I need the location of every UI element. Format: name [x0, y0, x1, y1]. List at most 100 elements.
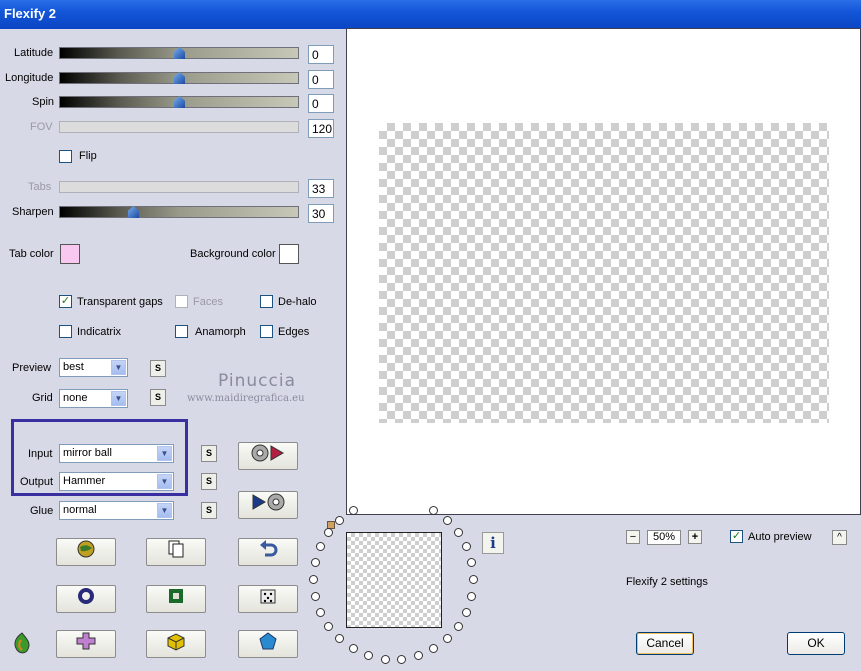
- edges-label: Edges: [278, 326, 310, 338]
- spin-slider-thumb[interactable]: [174, 96, 185, 108]
- chevron-down-icon[interactable]: ▼: [157, 503, 172, 518]
- grid-select[interactable]: none ▼: [59, 389, 128, 408]
- undo-icon: [260, 540, 278, 557]
- preview-s-button[interactable]: S: [150, 360, 166, 377]
- tab-color-swatch[interactable]: [60, 244, 80, 264]
- tabs-slider: [59, 181, 299, 193]
- fov-slider: [59, 121, 299, 133]
- rotation-dial-dot[interactable]: [380, 654, 390, 664]
- main-preview[interactable]: [346, 28, 861, 515]
- random-dice-button[interactable]: [238, 585, 298, 613]
- sharpen-value[interactable]: 30: [308, 204, 334, 223]
- spin-slider[interactable]: [59, 96, 299, 108]
- output-select-value: Hammer: [63, 475, 106, 487]
- anamorph-checkbox[interactable]: [175, 325, 188, 338]
- output-select[interactable]: Hammer ▼: [59, 472, 174, 491]
- grid-s-button[interactable]: S: [150, 389, 166, 406]
- longitude-slider-thumb[interactable]: [174, 72, 185, 84]
- pentagon-icon: [259, 632, 277, 650]
- rotation-dial-dot[interactable]: [315, 542, 325, 552]
- background-color-label: Background color: [190, 248, 276, 260]
- rotation-dial-dot[interactable]: [335, 634, 345, 644]
- sharpen-slider-thumb[interactable]: [128, 206, 139, 218]
- cube-shape-button[interactable]: [146, 630, 206, 658]
- chevron-down-icon[interactable]: ▼: [111, 391, 126, 406]
- rotation-dial-dot[interactable]: [324, 622, 334, 632]
- rotation-dial-dot[interactable]: [309, 575, 318, 584]
- rotation-dial-dot[interactable]: [397, 654, 407, 664]
- indicatrix-label: Indicatrix: [77, 326, 122, 338]
- de-halo-checkbox[interactable]: [260, 295, 273, 308]
- rotation-dial-dot[interactable]: [349, 644, 358, 654]
- rotation-dial-dot[interactable]: [429, 505, 438, 515]
- glue-s-button[interactable]: S: [201, 502, 217, 519]
- square-shape-button[interactable]: [146, 585, 206, 613]
- rotation-dial-dot[interactable]: [469, 575, 478, 584]
- latitude-slider-thumb[interactable]: [174, 47, 185, 59]
- undo-button[interactable]: [238, 538, 298, 566]
- rotation-dial-dot[interactable]: [349, 505, 358, 515]
- rotation-dial-dot[interactable]: [364, 651, 374, 661]
- longitude-value[interactable]: 0: [308, 70, 334, 89]
- spin-value[interactable]: 0: [308, 94, 334, 113]
- edges-checkbox[interactable]: [260, 325, 273, 338]
- grid-select-value: none: [63, 392, 88, 404]
- rotation-dial-dot[interactable]: [462, 607, 472, 617]
- output-s-button[interactable]: S: [201, 473, 217, 490]
- rotation-dial-dot[interactable]: [310, 558, 320, 568]
- background-color-swatch[interactable]: [279, 244, 299, 264]
- collapse-button[interactable]: ^: [832, 530, 847, 545]
- watermark-name: Pinuccia: [218, 371, 296, 391]
- latitude-slider[interactable]: [59, 47, 299, 59]
- flip-checkbox[interactable]: [59, 150, 72, 163]
- preview-select[interactable]: best ▼: [59, 358, 128, 377]
- rotation-dial-dot[interactable]: [335, 515, 345, 525]
- zoom-out-button[interactable]: −: [626, 530, 640, 544]
- fov-label: FOV: [30, 121, 53, 133]
- disc-play-icon: [251, 444, 284, 462]
- rotation-dial-dot[interactable]: [453, 527, 463, 537]
- ok-button[interactable]: OK: [787, 632, 845, 655]
- rotation-dial-dot[interactable]: [310, 591, 320, 601]
- rotation-dial-dot[interactable]: [467, 591, 477, 601]
- tabs-label: Tabs: [28, 181, 52, 193]
- copy-icon: [168, 540, 184, 558]
- play-input-button[interactable]: [238, 442, 298, 470]
- chevron-down-icon[interactable]: ▼: [157, 474, 172, 489]
- play-output-button[interactable]: [238, 491, 298, 519]
- rotation-dial-dot[interactable]: [324, 527, 334, 537]
- glue-select[interactable]: normal ▼: [59, 501, 174, 520]
- input-s-button[interactable]: S: [201, 445, 217, 462]
- transparent-gaps-checkbox[interactable]: ✓: [59, 295, 72, 308]
- sharpen-slider[interactable]: [59, 206, 299, 218]
- rotation-dial-dot[interactable]: [453, 622, 463, 632]
- anamorph-label: Anamorph: [195, 326, 246, 338]
- settings-label: Flexify 2 settings: [626, 576, 708, 588]
- rotation-dial-dot[interactable]: [462, 542, 472, 552]
- copy-button[interactable]: [146, 538, 206, 566]
- auto-preview-checkbox[interactable]: ✓: [730, 530, 743, 543]
- circle-shape-button[interactable]: [56, 585, 116, 613]
- rotation-dial-dot[interactable]: [315, 607, 325, 617]
- randomize-button[interactable]: [56, 538, 116, 566]
- indicatrix-checkbox[interactable]: [59, 325, 72, 338]
- glue-select-value: normal: [63, 504, 97, 516]
- rotation-dial-dot[interactable]: [442, 634, 452, 644]
- rotation-dial-dot[interactable]: [413, 651, 423, 661]
- pentagon-shape-button[interactable]: [238, 630, 298, 658]
- faces-checkbox: [175, 295, 188, 308]
- longitude-slider[interactable]: [59, 72, 299, 84]
- latitude-value[interactable]: 0: [308, 45, 334, 64]
- info-button[interactable]: i: [482, 532, 504, 554]
- input-select[interactable]: mirror ball ▼: [59, 444, 174, 463]
- zoom-in-button[interactable]: +: [688, 530, 702, 544]
- rotation-dial-dot[interactable]: [442, 515, 452, 525]
- chevron-down-icon[interactable]: ▼: [111, 360, 126, 375]
- de-halo-label: De-halo: [278, 296, 317, 308]
- chevron-down-icon[interactable]: ▼: [157, 446, 172, 461]
- rotation-dial-dot[interactable]: [429, 644, 438, 654]
- cancel-button[interactable]: Cancel: [636, 632, 694, 655]
- rotation-dial-dot[interactable]: [467, 558, 477, 568]
- navigator-thumbnail[interactable]: [346, 532, 442, 628]
- cross-shape-button[interactable]: [56, 630, 116, 658]
